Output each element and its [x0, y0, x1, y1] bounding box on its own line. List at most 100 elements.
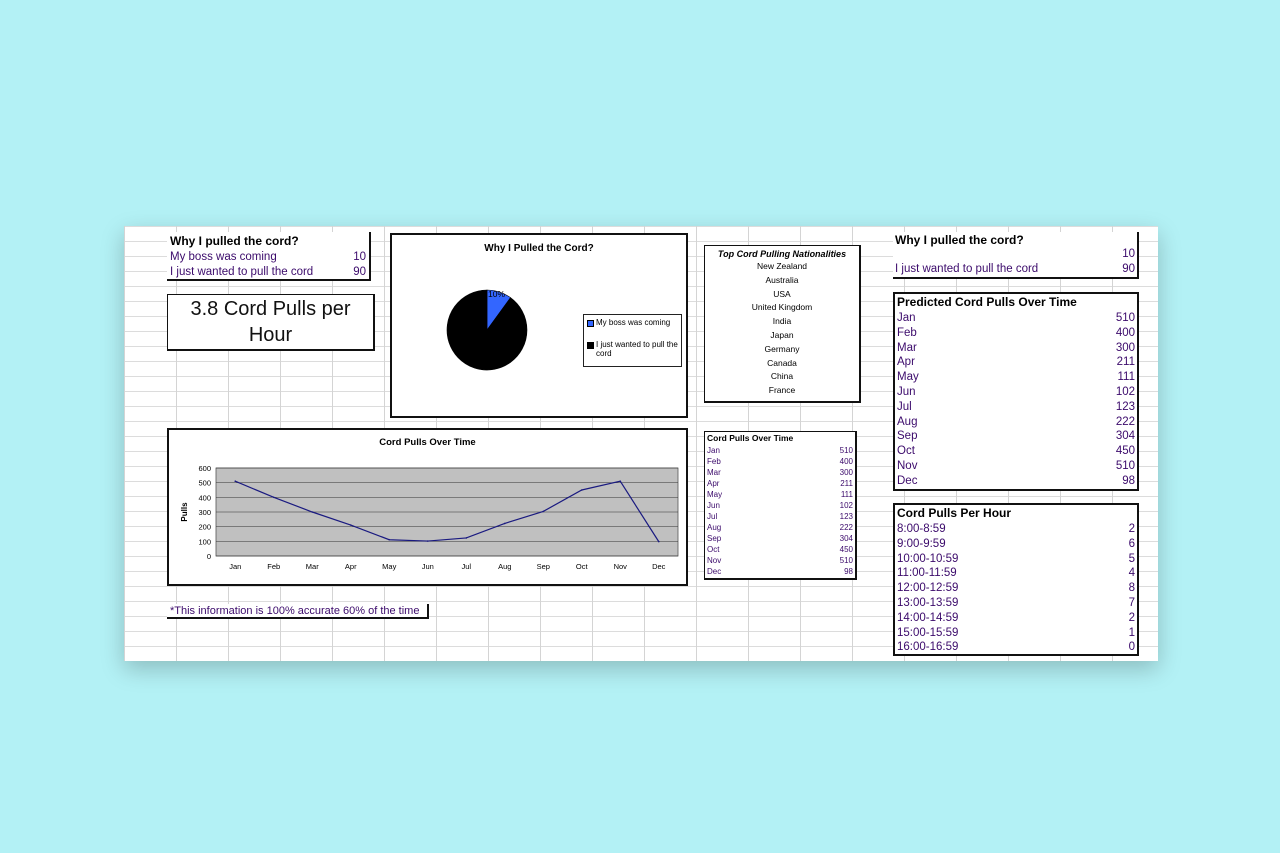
- row-value: 2: [1128, 523, 1135, 535]
- row-value: 0: [1128, 641, 1135, 654]
- y-axis-label: Pulls: [180, 502, 189, 522]
- x-tick-label: Jan: [229, 562, 241, 571]
- table-row[interactable]: 12:00-12:59 8: [895, 581, 1137, 596]
- table-row[interactable]: Feb 400: [895, 326, 1137, 341]
- row-label: Aug: [707, 523, 722, 532]
- list-item: Germany: [764, 343, 800, 354]
- table-row[interactable]: Oct 450: [705, 544, 855, 555]
- row-value: 510: [1115, 459, 1135, 472]
- list-item: United Kingdom: [751, 302, 813, 313]
- legend-swatch: [587, 342, 594, 349]
- row-label: Nov: [707, 556, 722, 565]
- list-item: China: [770, 371, 794, 382]
- table-row[interactable]: Aug 222: [895, 415, 1137, 430]
- table-row[interactable]: 15:00-15:59 1: [895, 626, 1137, 641]
- row-label: Oct: [707, 545, 720, 554]
- row-label: I just wanted to pull the cord: [895, 263, 1039, 275]
- line-plot: 0 100 200 300 400 500 600 Pulls Jan Feb Mar Apr May J…: [180, 464, 679, 571]
- row-value: 90: [1122, 263, 1135, 275]
- legend-swatch: [587, 320, 594, 327]
- table-row[interactable]: Jul 123: [705, 511, 855, 522]
- pie-data-label: 10%: [488, 289, 506, 299]
- data-point: [272, 496, 275, 499]
- table-row[interactable]: Jun 102: [705, 500, 855, 511]
- table-row[interactable]: Nov 510: [705, 555, 855, 566]
- predicted-cord-pulls-table: Predicted Cord Pulls Over Time Jan 510 Feb…: [893, 292, 1139, 491]
- table-row[interactable]: 14:00-14:59 2: [895, 611, 1137, 626]
- row-label: 15:00-15:59: [897, 626, 959, 639]
- pie-chart-title: Why I Pulled the Cord?: [484, 243, 594, 254]
- pie-chart[interactable]: Why I Pulled the Cord? 10% My boss was c…: [390, 233, 688, 418]
- table-row[interactable]: May 111: [895, 370, 1137, 385]
- spreadsheet-sheet[interactable]: Why I pulled the cord? My boss was comin…: [124, 226, 1158, 661]
- row-label: 9:00-9:59: [897, 537, 946, 550]
- table-row[interactable]: Sep 304: [705, 533, 855, 544]
- row-label: Feb: [707, 457, 721, 466]
- row-label: Jul: [707, 512, 718, 521]
- list-item: Australia: [765, 274, 799, 285]
- row-value: 400: [839, 457, 853, 466]
- list-item: Canada: [767, 357, 797, 368]
- row-value: 222: [839, 523, 853, 532]
- table-row[interactable]: May 111: [705, 489, 855, 500]
- row-label: Dec: [897, 474, 918, 487]
- table-row[interactable]: Aug 222: [705, 522, 855, 533]
- row-label: Feb: [897, 326, 917, 339]
- row-label: 12:00-12:59: [897, 582, 959, 595]
- y-tick-label: 300: [198, 508, 211, 517]
- row-value: 111: [1117, 371, 1135, 384]
- row-value: 211: [1116, 356, 1135, 369]
- table-row[interactable]: Apr 211: [895, 355, 1137, 370]
- row-value: 102: [1115, 385, 1135, 398]
- table-row[interactable]: Jun 102: [895, 385, 1137, 400]
- x-tick-label: Oct: [576, 562, 589, 571]
- table-row[interactable]: My boss was coming 10: [167, 249, 369, 264]
- row-value: 300: [839, 468, 853, 477]
- table-row[interactable]: I just wanted to pull the cord 90: [893, 262, 1137, 277]
- row-label: Apr: [707, 479, 720, 488]
- stat-line-2: Hour: [248, 324, 293, 346]
- row-value: 98: [1122, 474, 1135, 487]
- cord-pulls-per-hour-table: Cord Pulls Per Hour 8:00-8:59 2 9:00-9:59 6…: [893, 503, 1139, 656]
- row-label: Sep: [897, 430, 918, 443]
- per-hour-title: Cord Pulls Per Hour: [897, 506, 1012, 520]
- table-row[interactable]: 9:00-9:59 6: [895, 537, 1137, 552]
- data-point: [388, 538, 391, 541]
- line-chart[interactable]: Cord Pulls Over Time 0 100 200 300 400 500 600…: [167, 428, 688, 586]
- table-row[interactable]: 8:00-8:59 2: [895, 522, 1137, 537]
- table-row[interactable]: Oct 450: [895, 444, 1137, 459]
- table-row[interactable]: 10:00-10:59 5: [895, 552, 1137, 567]
- predicted-title: Predicted Cord Pulls Over Time: [897, 295, 1077, 309]
- row-label: Apr: [897, 356, 915, 369]
- table-row[interactable]: Sep 304: [895, 429, 1137, 444]
- data-point: [234, 480, 237, 482]
- table-row[interactable]: Mar 300: [705, 467, 855, 478]
- row-value: 450: [839, 545, 853, 554]
- table-row[interactable]: Jul 123: [895, 400, 1137, 415]
- table-row[interactable]: Jan 510: [895, 311, 1137, 326]
- row-label: 8:00-8:59: [897, 523, 946, 535]
- table-row[interactable]: Jan 510: [705, 445, 855, 456]
- table-row[interactable]: Mar 300: [895, 341, 1137, 356]
- pie-legend: My boss was coming I just wanted to pull…: [583, 314, 682, 367]
- legend-item: I just wanted to pull the cord: [587, 340, 681, 358]
- row-value: 510: [839, 556, 853, 565]
- table-row[interactable]: 13:00-13:59 7: [895, 596, 1137, 611]
- table-row[interactable]: Feb 400: [705, 456, 855, 467]
- table-row[interactable]: Nov 510: [895, 459, 1137, 474]
- pie-plot: [446, 289, 528, 371]
- row-label: Jun: [707, 501, 720, 510]
- table-row[interactable]: Dec 98: [895, 474, 1137, 489]
- legend-label: I just wanted to pull the cord: [596, 340, 678, 358]
- why-pulled-table-right: Why I pulled the cord? 10 I just wanted …: [893, 232, 1139, 279]
- row-value: 111: [840, 490, 853, 499]
- cord-pulls-per-hour-stat: 3.8 Cord Pulls per Hour: [167, 294, 375, 351]
- data-point: [657, 540, 660, 543]
- table-row[interactable]: I just wanted to pull the cord 90: [167, 264, 369, 279]
- table-row[interactable]: Apr 211: [705, 478, 855, 489]
- table-row[interactable]: Dec 98: [705, 566, 855, 577]
- y-tick-label: 100: [198, 537, 211, 546]
- table-row[interactable]: 11:00-11:59 4: [895, 566, 1137, 581]
- table-row[interactable]: 16:00-16:59 0: [895, 640, 1137, 655]
- table-row[interactable]: 10: [893, 247, 1137, 262]
